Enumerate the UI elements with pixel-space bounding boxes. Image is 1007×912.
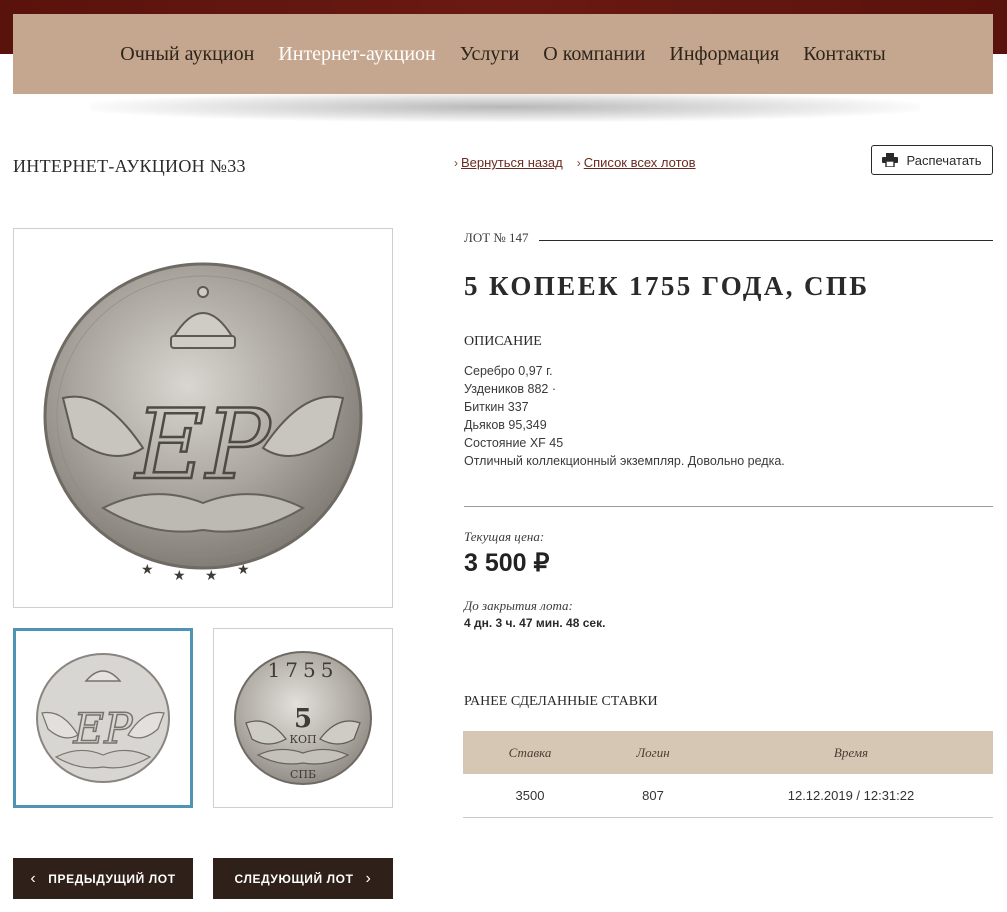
lot-number-divider <box>538 239 993 241</box>
previous-lot-label: ПРЕДЫДУЩИЙ ЛОТ <box>48 871 176 886</box>
bid-login: 807 <box>597 774 709 818</box>
bids-table-header: Ставка Логин Время <box>463 731 993 774</box>
column-header-time: Время <box>709 731 993 774</box>
description-line: Дьяков 95,349 <box>464 418 547 432</box>
bids-heading: РАНЕЕ СДЕЛАННЫЕ СТАВКИ <box>464 694 658 709</box>
svg-text:★: ★ <box>237 561 250 577</box>
breadcrumb: › Вернуться назад › Список всех лотов <box>454 155 710 170</box>
description-line: Уздеников 882 · <box>464 382 556 396</box>
bid-amount: 3500 <box>463 774 597 818</box>
back-link[interactable]: › Вернуться назад <box>454 155 563 170</box>
next-lot-label: СЛЕДУЮЩИЙ ЛОТ <box>234 871 354 886</box>
description-list: Серебро 0,97 г. Уздеников 882 · Биткин 3… <box>464 362 785 470</box>
coin-obverse-thumb: ЕР <box>36 653 170 783</box>
nav-item-services[interactable]: Услуги <box>460 43 520 66</box>
closing-time-label: До закрытия лота: <box>464 598 573 613</box>
nav-item-information[interactable]: Информация <box>669 43 779 66</box>
coin-year: 1755 <box>268 658 339 682</box>
previous-lot-button[interactable]: ‹ ПРЕДЫДУЩИЙ ЛОТ <box>13 858 193 899</box>
coin-mint: СПБ <box>290 768 316 781</box>
lot-main-image[interactable]: ЕР ★ ★ ★ ★ <box>13 228 393 608</box>
bid-time: 12.12.2019 / 12:31:22 <box>709 774 993 818</box>
main-nav: Очный аукцион Интернет-аукцион Услуги О … <box>13 14 993 94</box>
lot-number-row: ЛОТ № 147 <box>464 230 993 246</box>
description-line: Биткин 337 <box>464 400 529 414</box>
coin-reverse-thumb: 1755 5 КОП СПБ <box>234 651 372 785</box>
description-heading: ОПИСАНИЕ <box>464 334 542 349</box>
print-button[interactable]: Распечатать <box>871 145 993 175</box>
table-row: 3500 807 12.12.2019 / 12:31:22 <box>463 774 993 818</box>
nav-shadow <box>90 92 920 122</box>
current-price: 3 500 ₽ <box>464 549 550 577</box>
current-price-label: Текущая цена: <box>464 529 545 544</box>
nav-item-about[interactable]: О компании <box>543 43 645 66</box>
lot-number: ЛОТ № 147 <box>464 230 529 245</box>
section-divider <box>464 506 993 507</box>
svg-text:★: ★ <box>141 561 154 577</box>
coin-unit: КОП <box>289 733 316 746</box>
page-title: ИНТЕРНЕТ-АУКЦИОН №33 <box>13 156 246 176</box>
chevron-right-icon: › <box>576 155 581 170</box>
column-header-login: Логин <box>597 731 709 774</box>
coin-monogram: ЕР <box>134 389 272 501</box>
coin-obverse-image: ЕР ★ ★ ★ ★ <box>43 262 363 583</box>
thumbnail-obverse[interactable]: ЕР <box>13 628 193 808</box>
next-lot-button[interactable]: СЛЕДУЮЩИЙ ЛОТ › <box>213 858 393 899</box>
bids-table: Ставка Логин Время 3500 807 12.12.2019 /… <box>463 731 993 818</box>
svg-text:★: ★ <box>205 567 218 583</box>
print-button-label: Распечатать <box>906 152 982 168</box>
description-line: Серебро 0,97 г. <box>464 364 553 378</box>
printer-icon <box>882 153 899 167</box>
thumbnail-reverse[interactable]: 1755 5 КОП СПБ <box>213 628 393 808</box>
coin-denomination: 5 <box>294 704 312 734</box>
chevron-right-icon: › <box>454 155 458 170</box>
lot-title: 5 КОПЕЕК 1755 ГОДА, СПБ <box>464 271 870 301</box>
chevron-right-icon: › <box>365 869 372 887</box>
description-line: Состояние XF 45 <box>464 436 564 450</box>
thumb-monogram: ЕР <box>73 704 134 753</box>
nav-item-live-auction[interactable]: Очный аукцион <box>120 43 254 66</box>
closing-time-value: 4 дн. 3 ч. 47 мин. 48 сек. <box>464 616 606 630</box>
nav-item-internet-auction[interactable]: Интернет-аукцион <box>278 43 435 66</box>
back-link-label[interactable]: Вернуться назад <box>461 155 563 170</box>
chevron-left-icon: ‹ <box>30 869 37 887</box>
nav-item-contacts[interactable]: Контакты <box>803 43 886 66</box>
all-lots-link[interactable]: › Список всех лотов <box>577 155 696 170</box>
description-line: Отличный коллекционный экземпляр. Доволь… <box>464 454 785 468</box>
all-lots-link-label[interactable]: Список всех лотов <box>584 155 696 170</box>
column-header-bid: Ставка <box>463 731 597 774</box>
svg-text:★: ★ <box>173 567 186 583</box>
